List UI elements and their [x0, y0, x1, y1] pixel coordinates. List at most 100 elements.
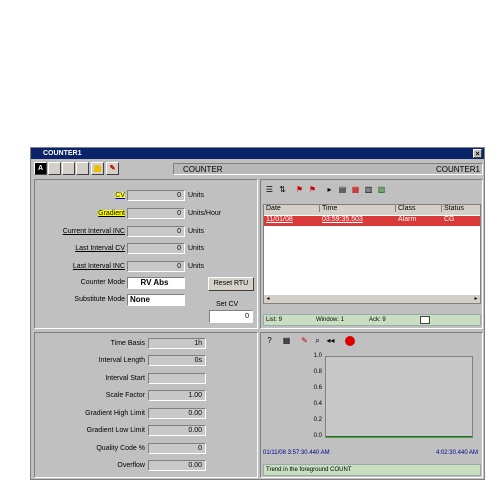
horizontal-scrollbar[interactable]: ◂ ▸	[264, 295, 480, 303]
alarm-table: Date Time Class Status 11/01/08 03:59:35…	[263, 204, 481, 304]
list-count: List: 9	[266, 317, 283, 323]
list-icon[interactable]: ☰	[264, 184, 275, 195]
print-icon[interactable]: ▥	[363, 184, 374, 195]
substitute-mode-label: Substitute Mode	[74, 296, 125, 303]
gradient-value: 0	[127, 208, 185, 219]
last-interval-inc-unit: Units	[188, 263, 204, 270]
sort-icon[interactable]: ⇅	[277, 184, 288, 195]
trend-plot-area[interactable]	[325, 356, 473, 438]
next-icon[interactable]: ▸	[324, 184, 335, 195]
param-value: 0s	[148, 355, 206, 366]
scroll-left-icon[interactable]: ◂	[264, 295, 272, 303]
param-value: 0	[148, 443, 206, 454]
current-interval-inc-label[interactable]: Current Interval INC	[37, 226, 125, 237]
y-tick: 0.6	[313, 385, 322, 391]
cv-label[interactable]: CV	[37, 190, 125, 201]
bell-icon[interactable]	[91, 162, 104, 175]
gradient-unit: Units/Hour	[188, 210, 222, 217]
column-time[interactable]: Time	[322, 205, 396, 212]
alarm-toolbar: ☰ ⇅ ⚑ ⚑ ▸ ▤ ▦ ▥ ▧	[261, 182, 482, 197]
ack-all-icon[interactable]: ⚑	[307, 184, 318, 195]
last-interval-cv-unit: Units	[188, 245, 204, 252]
param-value: 0.00	[148, 408, 206, 419]
param-label: Overflow	[117, 462, 145, 469]
window-title: COUNTER1	[43, 150, 82, 157]
alarm-panel: ☰ ⇅ ⚑ ⚑ ▸ ▤ ▦ ▥ ▧ Date Time Class Status…	[260, 179, 483, 329]
header-right-label: COUNTER1	[435, 165, 480, 174]
edit-icon[interactable]: ✎	[106, 162, 119, 175]
toolbar-button-4[interactable]	[76, 162, 89, 175]
view-icon[interactable]: ▤	[337, 184, 348, 195]
y-tick: 1.0	[313, 353, 322, 359]
toolbar-button-2[interactable]	[48, 162, 61, 175]
set-cv-label: Set CV	[216, 301, 239, 308]
param-value: 1h	[148, 338, 206, 349]
close-button[interactable]: ×	[473, 149, 482, 158]
pen-icon[interactable]: ✎	[299, 335, 310, 346]
cv-value: 0	[127, 190, 185, 201]
param-label: Time Basis	[110, 340, 145, 347]
zoom-icon[interactable]: ⌕	[312, 335, 323, 346]
header-bar: COUNTER COUNTER1	[173, 163, 483, 175]
alarm-table-header: Date Time Class Status	[264, 205, 480, 215]
last-interval-inc-value: 0	[127, 261, 185, 272]
param-label: Quality Code %	[96, 445, 145, 452]
current-interval-inc-value: 0	[127, 226, 185, 237]
counter-mode-value[interactable]: RV Abs	[127, 277, 185, 289]
y-axis: 1.0 0.8 0.6 0.4 0.2 0.0	[267, 353, 322, 443]
trend-status-bar: Trend in the foreground COUNT	[263, 464, 481, 476]
param-value: 1.00	[148, 390, 206, 401]
ack-count: Ack: 9	[369, 317, 386, 323]
counter-mode-label: Counter Mode	[80, 279, 125, 286]
x-start-label: 01/11/08 3:57:30.440 AM	[263, 450, 330, 456]
set-cv-input[interactable]: 0	[209, 310, 253, 323]
window-titlebar[interactable]: COUNTER1 ×	[31, 148, 484, 159]
last-interval-cv-value: 0	[127, 243, 185, 254]
filter-icon[interactable]: ▦	[350, 184, 361, 195]
row-class: Alarm	[398, 216, 417, 223]
counter-window: COUNTER1 × A ✎ COUNTER COUNTER1 CV 0 Uni…	[30, 147, 485, 480]
stop-icon[interactable]	[345, 336, 355, 346]
substitute-mode-value[interactable]: None	[127, 294, 185, 306]
gradient-label[interactable]: Gradient	[37, 208, 125, 219]
row-date: 11/01/08	[266, 216, 293, 223]
y-tick: 0.8	[313, 369, 322, 375]
trend-panel: ? ▦ ✎ ⌕ ◂◂ 1.0 0.8 0.6 0.4 0.2 0.0 01/11…	[260, 332, 483, 478]
export-icon[interactable]: ▧	[376, 184, 387, 195]
row-time: 03:59:35.503	[322, 216, 363, 223]
param-value: 0.00	[148, 425, 206, 436]
param-label: Gradient Low Limit	[86, 427, 145, 434]
y-tick: 0.0	[313, 433, 322, 439]
param-value: 0.00	[148, 460, 206, 471]
row-status: CG	[444, 216, 455, 223]
details-icon[interactable]	[420, 316, 430, 324]
header-label: COUNTER	[183, 165, 223, 174]
param-label: Gradient High Limit	[85, 410, 145, 417]
param-label: Interval Start	[105, 375, 145, 382]
rewind-icon[interactable]: ◂◂	[325, 335, 336, 346]
scroll-right-icon[interactable]: ▸	[472, 295, 480, 303]
cv-panel: CV 0 Units Gradient 0 Units/Hour Current…	[34, 179, 258, 329]
column-status[interactable]: Status	[444, 205, 478, 212]
column-date[interactable]: Date	[266, 205, 320, 212]
trend-status-text: Trend in the foreground COUNT	[266, 467, 352, 473]
x-end-label: 4:02:30.440 AM	[435, 450, 478, 456]
parameters-panel: Time Basis 1h Interval Length 0s Interva…	[34, 332, 258, 478]
table-row[interactable]: 11/01/08 03:59:35.503 Alarm CG	[264, 216, 480, 226]
ack-icon[interactable]: ⚑	[294, 184, 305, 195]
last-interval-inc-label[interactable]: Last Interval INC	[37, 261, 125, 272]
grid-icon[interactable]: ▦	[281, 335, 292, 346]
current-interval-inc-unit: Units	[188, 228, 204, 235]
param-value	[148, 373, 206, 384]
help-icon[interactable]: ?	[264, 335, 275, 346]
window-count: Window: 1	[316, 317, 345, 323]
y-tick: 0.4	[313, 401, 322, 407]
param-label: Scale Factor	[105, 392, 145, 399]
alarm-status-bar: List: 9 Window: 1 Ack: 9	[263, 314, 481, 326]
last-interval-cv-label[interactable]: Last Interval CV	[37, 243, 125, 254]
column-class[interactable]: Class	[398, 205, 442, 212]
auto-button[interactable]: A	[34, 162, 47, 175]
cv-unit: Units	[188, 192, 204, 199]
toolbar-button-3[interactable]	[62, 162, 75, 175]
reset-rtu-button[interactable]: Reset RTU	[208, 277, 254, 291]
